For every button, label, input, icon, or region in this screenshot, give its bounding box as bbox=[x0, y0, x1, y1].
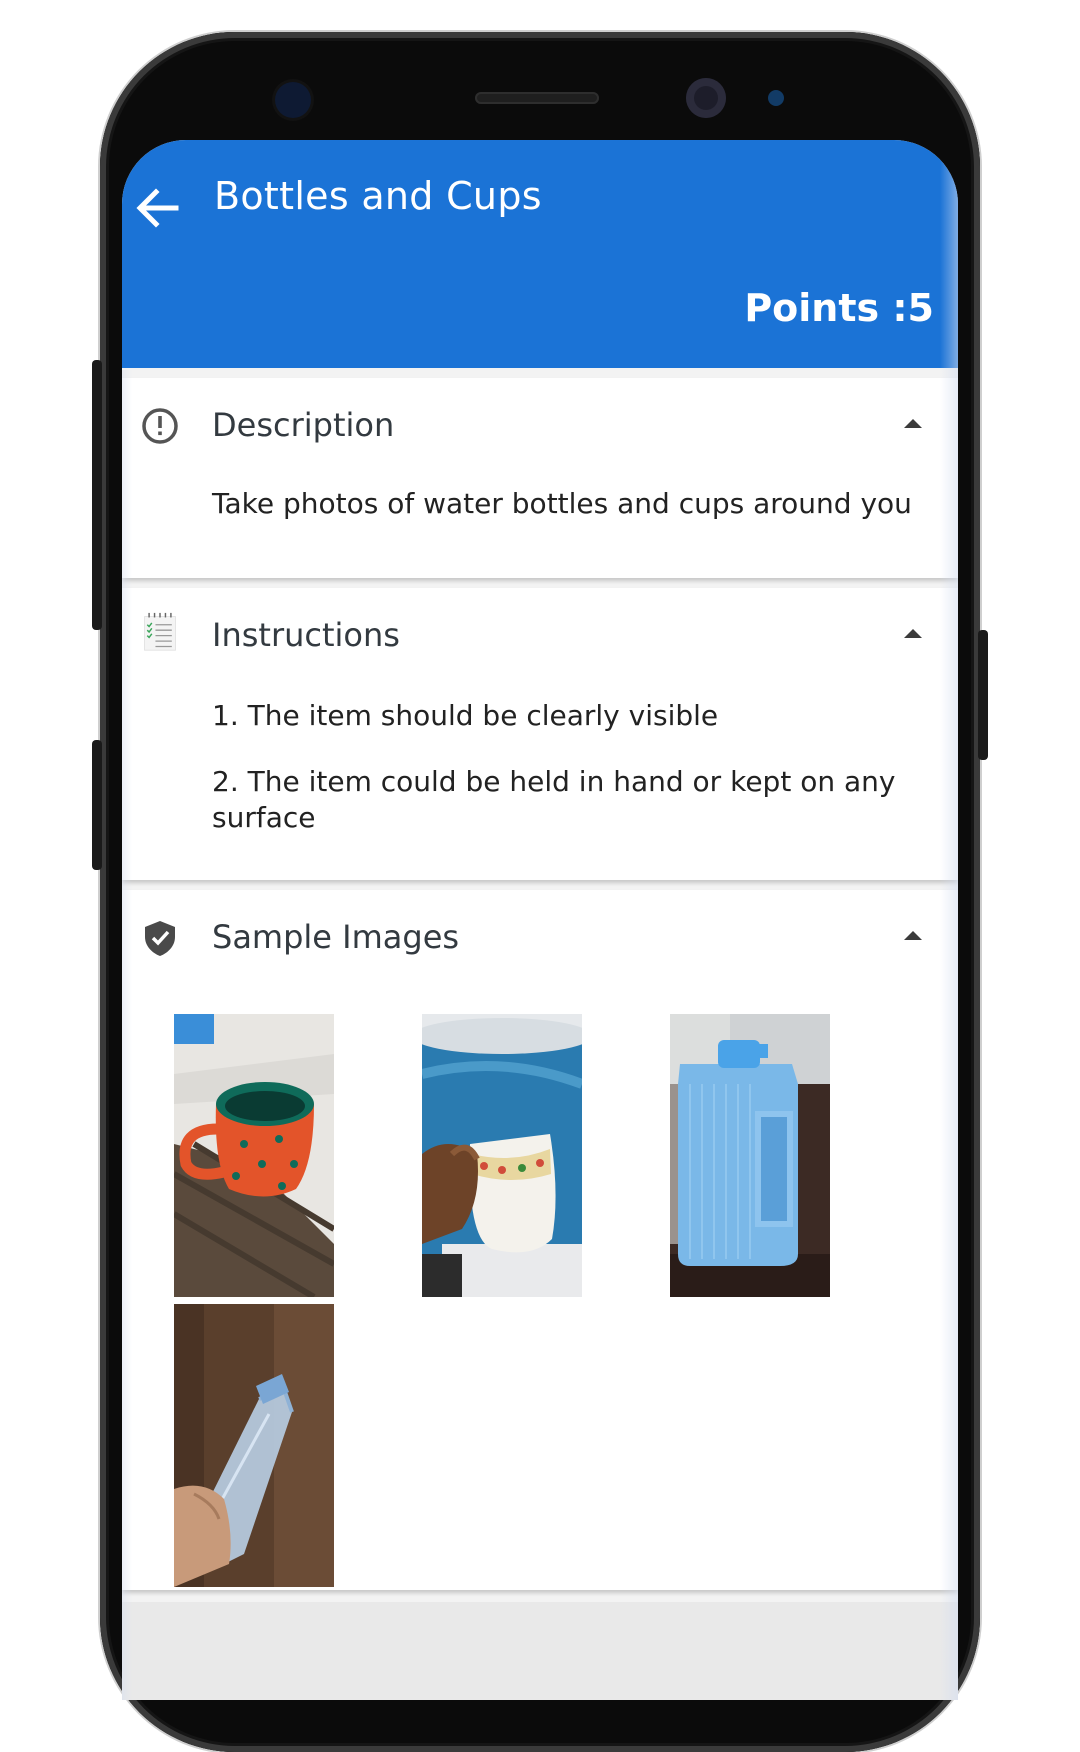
volume-button bbox=[92, 360, 102, 630]
earpiece-speaker bbox=[475, 92, 599, 104]
description-header[interactable]: Description bbox=[122, 378, 958, 478]
sample-images-card: Sample Images bbox=[122, 890, 958, 1590]
sample-image-white-cup[interactable] bbox=[422, 1014, 582, 1297]
instructions-card: Instructions 1. The item should be clear… bbox=[122, 588, 958, 880]
back-button[interactable] bbox=[130, 180, 186, 236]
info-circle-icon bbox=[142, 408, 178, 444]
iris-sensor-icon bbox=[768, 90, 784, 106]
front-camera-icon bbox=[686, 78, 726, 118]
sample-image-blue-jug[interactable] bbox=[670, 1014, 830, 1297]
instructions-title: Instructions bbox=[212, 616, 400, 654]
instructions-header[interactable]: Instructions bbox=[122, 588, 958, 688]
points-label: Points :5 bbox=[744, 286, 934, 330]
collapse-caret-icon[interactable] bbox=[904, 931, 922, 940]
bottom-strip bbox=[122, 1602, 958, 1700]
bixby-button bbox=[92, 740, 102, 870]
collapse-caret-icon[interactable] bbox=[904, 629, 922, 638]
power-button bbox=[978, 630, 988, 760]
collapse-caret-icon[interactable] bbox=[904, 419, 922, 428]
description-title: Description bbox=[212, 406, 395, 444]
description-card: Description Take photos of water bottles… bbox=[122, 378, 958, 578]
shield-check-icon bbox=[145, 921, 175, 956]
instruction-line-1: 1. The item should be clearly visible bbox=[212, 699, 719, 732]
sample-images-header[interactable]: Sample Images bbox=[122, 890, 958, 990]
description-text: Take photos of water bottles and cups ar… bbox=[212, 487, 912, 520]
sample-images-title: Sample Images bbox=[212, 918, 460, 956]
app-screen: Bottles and Cups Points :5 Description T… bbox=[122, 140, 958, 1700]
notepad-checklist-icon bbox=[144, 612, 176, 651]
back-arrow-icon bbox=[136, 188, 179, 228]
sample-image-orange-mug[interactable] bbox=[174, 1014, 334, 1297]
sensor-icon bbox=[275, 82, 311, 118]
sample-image-plastic-bottle[interactable] bbox=[174, 1304, 334, 1587]
app-bar: Bottles and Cups Points :5 bbox=[122, 140, 958, 368]
page-title: Bottles and Cups bbox=[214, 174, 542, 218]
instruction-line-2: 2. The item could be held in hand or kep… bbox=[212, 765, 896, 834]
